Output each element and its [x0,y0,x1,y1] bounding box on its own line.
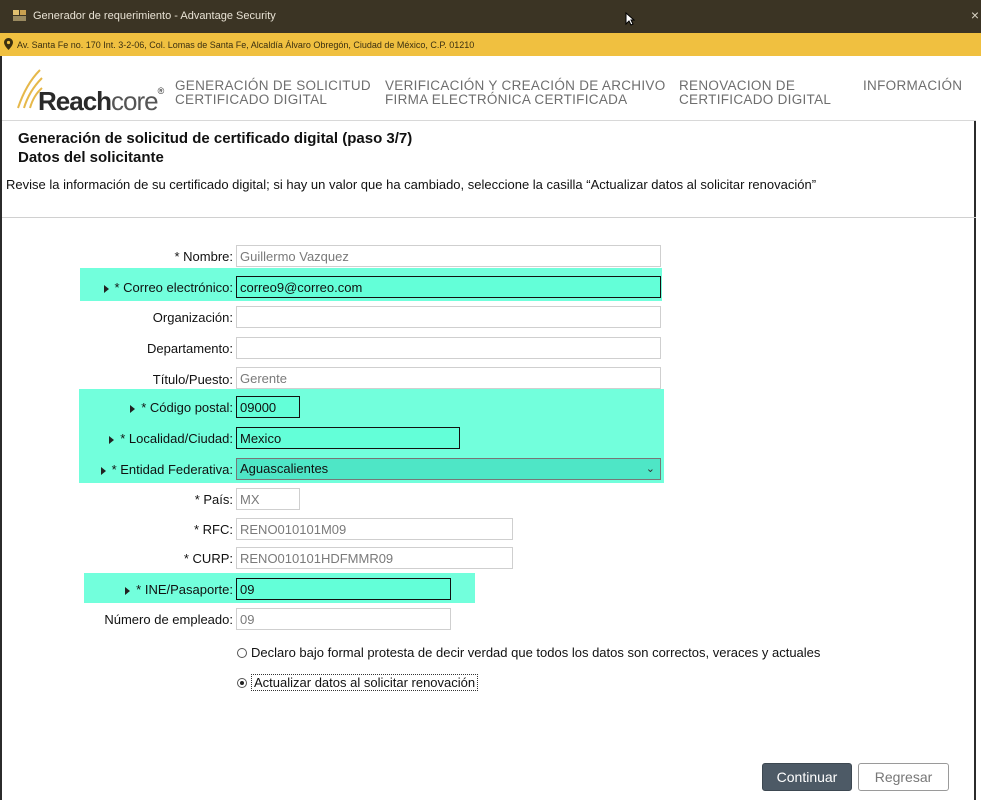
departamento-field[interactable] [236,337,661,359]
titulo-field[interactable] [236,367,661,389]
expand-triangle-icon [125,586,131,595]
location-pin-icon [4,38,13,50]
label-titulo: Título/Puesto: [152,372,233,387]
page-subtitle: Datos del solicitante [18,149,164,166]
main-navigation: Reachcore® GENERACIÓN DE SOLICITUD CERTIF… [2,56,976,121]
curp-field[interactable] [236,547,513,569]
label-ine: * INE/Pasaporte: [125,582,233,597]
nav-renovacion-certificado[interactable]: RENOVACION DE CERTIFICADO DIGITAL [679,79,831,107]
entidad-federativa-select[interactable]: Aguascalientes ⌄ [236,458,661,480]
label-rfc: * RFC: [194,522,233,537]
logo-text: Reachcore® [38,86,164,116]
label-departamento: Departamento: [147,341,233,356]
numero-empleado-field[interactable] [236,608,451,630]
window-title: Generador de requerimiento - Advantage S… [33,10,276,22]
rfc-field[interactable] [236,518,513,540]
chevron-down-icon: ⌄ [645,463,655,475]
page-title: Generación de solicitud de certificado d… [18,130,413,147]
expand-triangle-icon [103,284,109,293]
title-bar: Generador de requerimiento - Advantage S… [0,0,981,33]
regresar-button[interactable]: Regresar [858,763,949,791]
divider [2,217,976,218]
nav-informacion[interactable]: INFORMACIÓN [863,79,962,93]
label-pais: * País: [194,492,233,507]
label-organizacion: Organización: [152,310,233,325]
close-icon[interactable]: × [971,7,979,23]
expand-triangle-icon [109,435,115,444]
address-text: Av. Santa Fe no. 170 Int. 3-2-06, Col. L… [17,40,475,50]
correo-field[interactable] [236,276,661,298]
radio-actualizar[interactable] [237,678,247,688]
label-correo: * Correo electrónico: [103,280,233,295]
label-entidad: * Entidad Federativa: [100,462,233,477]
label-codigo-postal: * Código postal: [130,400,233,415]
ine-pasaporte-field[interactable] [236,578,451,600]
mouse-cursor-icon [625,12,635,26]
app-icon [13,10,26,21]
instructions-text: Revise la información de su certificado … [6,177,817,192]
radio-declaro[interactable] [237,648,247,658]
option-declaro[interactable]: Declaro bajo formal protesta de decir ve… [237,645,820,660]
option-actualizar[interactable]: Actualizar datos al solicitar renovación [237,674,479,691]
address-bar: Av. Santa Fe no. 170 Int. 3-2-06, Col. L… [0,33,981,56]
label-curp: * CURP: [183,551,233,566]
codigo-postal-field[interactable] [236,396,300,418]
continuar-button[interactable]: Continuar [762,763,852,791]
organizacion-field[interactable] [236,306,661,328]
label-localidad: * Localidad/Ciudad: [109,431,233,446]
pais-field[interactable] [236,488,300,510]
localidad-field[interactable] [236,427,460,449]
label-empleado: Número de empleado: [104,612,233,627]
label-nombre: * Nombre: [174,249,233,264]
nav-generacion-solicitud[interactable]: GENERACIÓN DE SOLICITUD CERTIFICADO DIGIT… [175,79,371,107]
nombre-field[interactable] [236,245,661,267]
reachcore-logo[interactable]: Reachcore® [16,68,166,116]
expand-triangle-icon [100,466,106,475]
expand-triangle-icon [130,404,136,413]
nav-verificacion-archivo[interactable]: VERIFICACIÓN Y CREACIÓN DE ARCHIVO FIRMA … [385,79,666,107]
